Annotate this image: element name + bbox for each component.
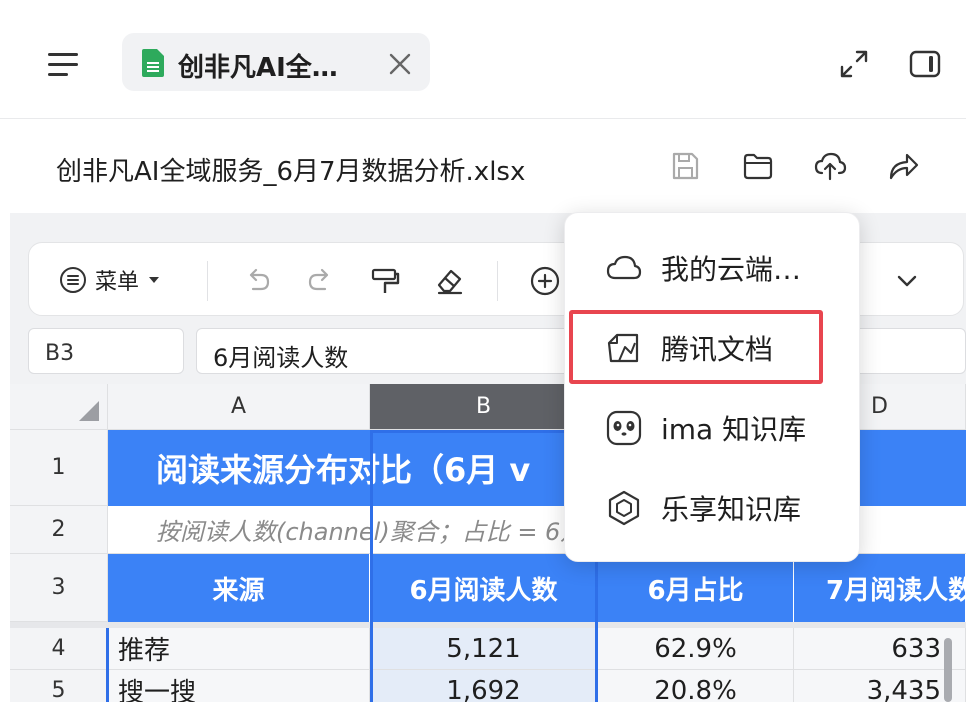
vertical-scrollbar[interactable] [944, 638, 952, 702]
row-header-5[interactable]: 5 [10, 670, 108, 702]
list-menu-icon [60, 267, 86, 293]
fullscreen-icon[interactable] [838, 48, 870, 80]
save-icon[interactable] [668, 149, 702, 183]
data-cell[interactable]: 5,121 [370, 628, 598, 670]
panda-icon [606, 410, 642, 446]
header-cell-june-share[interactable]: 6月占比 [598, 554, 794, 622]
spreadsheet-file-icon [142, 49, 164, 77]
cloud-icon [606, 255, 642, 280]
row-selection-marker [106, 628, 109, 702]
caret-down-icon [149, 277, 160, 283]
cloud-upload-icon[interactable] [813, 149, 847, 183]
tab-title: 创非凡AI全… [178, 53, 338, 83]
toolbar-separator [497, 261, 498, 301]
header-cell-july-readers[interactable]: 7月阅读人数 [794, 554, 966, 622]
header-cell-source[interactable]: 来源 [108, 554, 370, 622]
undo-icon[interactable] [241, 265, 273, 297]
chevron-down-icon[interactable] [891, 265, 923, 297]
eraser-icon[interactable] [433, 265, 465, 297]
folder-icon[interactable] [741, 149, 775, 183]
dropdown-item-label: 乐享知识库 [661, 493, 802, 526]
document-title: 创非凡AI全域服务_6月7月数据分析.xlsx [56, 157, 526, 187]
menu-hamburger-icon[interactable] [48, 50, 78, 78]
toolbar-separator [207, 261, 208, 301]
dropdown-item-lexiang[interactable]: 乐享知识库 [565, 469, 861, 547]
data-cell[interactable]: 62.9% [598, 628, 794, 670]
close-tab-icon[interactable] [386, 50, 414, 78]
lexiang-hexagon-icon [608, 490, 640, 526]
data-cell[interactable]: 推荐 [108, 628, 370, 670]
data-cell[interactable]: 633 [794, 628, 966, 670]
document-header: 创非凡AI全域服务_6月7月数据分析.xlsx [0, 119, 966, 213]
dropdown-item-ima[interactable]: ima 知识库 [565, 389, 861, 467]
select-all-corner[interactable] [10, 384, 108, 430]
data-cell[interactable]: 20.8% [598, 670, 794, 702]
save-location-dropdown: 我的云端… 腾讯文档 ima 知识库 乐享知识库 [564, 212, 860, 562]
dropdown-item-tencent-docs[interactable]: 腾讯文档 [565, 309, 861, 387]
dropdown-item-label: 我的云端… [661, 253, 802, 286]
dropdown-item-my-cloud[interactable]: 我的云端… [565, 229, 861, 307]
menu-button[interactable]: 菜单 [59, 263, 161, 297]
cell-name-box[interactable]: B3 [28, 328, 184, 374]
redo-icon[interactable] [305, 265, 337, 297]
share-icon[interactable] [886, 149, 920, 183]
row-header-1[interactable]: 1 [10, 430, 108, 506]
format-painter-icon[interactable] [369, 265, 401, 297]
top-tab-bar: 创非凡AI全… [0, 0, 966, 118]
data-cell[interactable]: 3,435 [794, 670, 966, 702]
row-header-4[interactable]: 4 [10, 628, 108, 670]
dropdown-item-label: 腾讯文档 [661, 333, 774, 366]
tencent-docs-icon [607, 333, 639, 363]
header-cell-june-readers[interactable]: 6月阅读人数 [370, 554, 598, 622]
column-header-a[interactable]: A [108, 384, 370, 430]
corner-triangle-icon [79, 401, 99, 421]
menu-label: 菜单 [95, 270, 140, 295]
row-header-3[interactable]: 3 [10, 554, 108, 622]
side-panel-icon[interactable] [908, 48, 942, 80]
row-header-2[interactable]: 2 [10, 506, 108, 554]
data-cell[interactable]: 1,692 [370, 670, 598, 702]
dropdown-item-label: ima 知识库 [661, 413, 807, 446]
insert-plus-icon[interactable] [529, 265, 561, 297]
document-tab[interactable]: 创非凡AI全… [122, 33, 430, 91]
data-cell[interactable]: 搜一搜 [108, 670, 370, 702]
